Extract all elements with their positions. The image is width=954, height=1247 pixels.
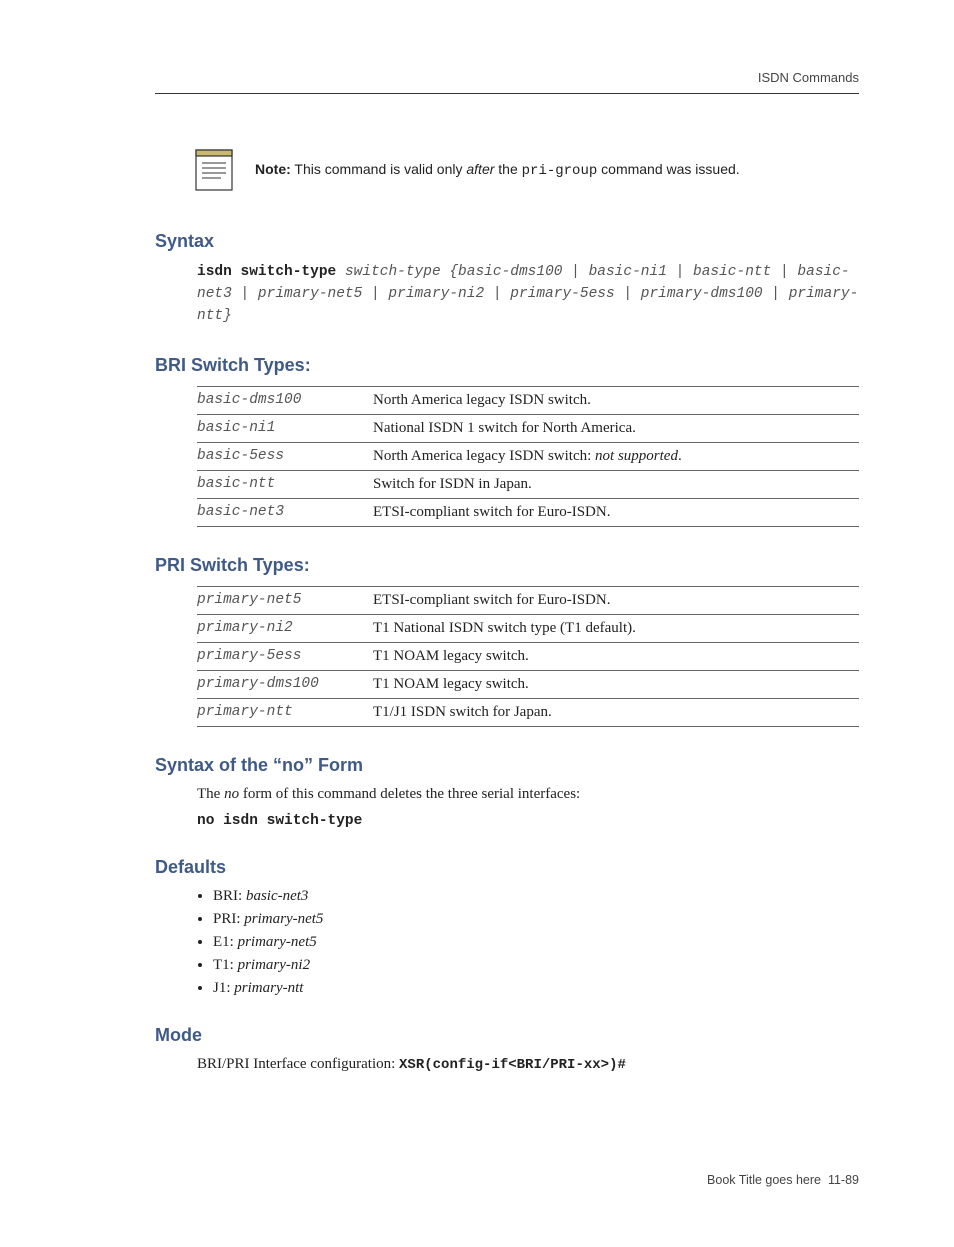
table-row: basic-dms100 North America legacy ISDN s…	[197, 387, 859, 415]
table-row: primary-dms100 T1 NOAM legacy switch.	[197, 671, 859, 699]
param-desc: North America legacy ISDN switch: not su…	[373, 443, 859, 471]
param-code: primary-ntt	[197, 699, 373, 727]
syntax-block: isdn switch-type switch-type {basic-dms1…	[197, 262, 859, 327]
param-desc: T1 NOAM legacy switch.	[373, 643, 859, 671]
noform-text: The no form of this command deletes the …	[197, 786, 859, 803]
page-footer: Book Title goes here 11-89	[155, 1173, 859, 1187]
param-desc: Switch for ISDN in Japan.	[373, 471, 859, 499]
note-label: Note:	[255, 161, 291, 177]
page-header: ISDN Commands	[155, 70, 859, 94]
note-post: command was issued.	[597, 161, 739, 177]
table-row: basic-5ess North America legacy ISDN swi…	[197, 443, 859, 471]
table-row: basic-ni1 National ISDN 1 switch for Nor…	[197, 415, 859, 443]
mode-heading: Mode	[155, 1025, 859, 1046]
pri-heading: PRI Switch Types:	[155, 555, 859, 576]
table-row: primary-ntt T1/J1 ISDN switch for Japan.	[197, 699, 859, 727]
list-item: J1: primary-ntt	[213, 980, 859, 997]
table-row: primary-ni2 T1 National ISDN switch type…	[197, 615, 859, 643]
param-desc: T1 National ISDN switch type (T1 default…	[373, 615, 859, 643]
param-desc: National ISDN 1 switch for North America…	[373, 415, 859, 443]
note-mono: pri-group	[522, 163, 598, 179]
note-pre: This command is valid only	[291, 161, 467, 177]
footer-page: 11-89	[828, 1173, 859, 1187]
param-desc: ETSI-compliant switch for Euro-ISDN.	[373, 587, 859, 615]
param-desc: ETSI-compliant switch for Euro-ISDN.	[373, 499, 859, 527]
note-text: Note: This command is valid only after t…	[255, 161, 740, 179]
syntax-cmd: isdn switch-type	[197, 264, 345, 280]
footer-title: Book Title goes here	[707, 1173, 821, 1187]
param-code: basic-ni1	[197, 415, 373, 443]
list-item: T1: primary-ni2	[213, 957, 859, 974]
table-row: basic-net3 ETSI-compliant switch for Eur…	[197, 499, 859, 527]
list-item: PRI: primary-net5	[213, 911, 859, 928]
mode-text: BRI/PRI Interface configuration: XSR(con…	[197, 1056, 859, 1073]
list-item: BRI: basic-net3	[213, 888, 859, 905]
note-ital: after	[466, 161, 494, 177]
defaults-heading: Defaults	[155, 857, 859, 878]
table-row: basic-ntt Switch for ISDN in Japan.	[197, 471, 859, 499]
syntax-heading: Syntax	[155, 231, 859, 252]
param-desc: T1/J1 ISDN switch for Japan.	[373, 699, 859, 727]
note-block: Note: This command is valid only after t…	[195, 149, 859, 191]
noform-command: no isdn switch-type	[197, 813, 859, 829]
defaults-list: BRI: basic-net3 PRI: primary-net5 E1: pr…	[213, 888, 859, 997]
param-code: basic-5ess	[197, 443, 373, 471]
page: ISDN Commands Note: This command is vali…	[0, 0, 954, 1247]
table-row: primary-5ess T1 NOAM legacy switch.	[197, 643, 859, 671]
list-item: E1: primary-net5	[213, 934, 859, 951]
note-mid: the	[494, 161, 521, 177]
param-code: primary-ni2	[197, 615, 373, 643]
header-category: ISDN Commands	[758, 70, 859, 85]
note-icon	[195, 149, 233, 191]
bri-heading: BRI Switch Types:	[155, 355, 859, 376]
param-code: primary-5ess	[197, 643, 373, 671]
bri-table: basic-dms100 North America legacy ISDN s…	[197, 386, 859, 527]
param-code: primary-net5	[197, 587, 373, 615]
param-code: primary-dms100	[197, 671, 373, 699]
param-desc: North America legacy ISDN switch.	[373, 387, 859, 415]
noform-heading: Syntax of the “no” Form	[155, 755, 859, 776]
table-row: primary-net5 ETSI-compliant switch for E…	[197, 587, 859, 615]
param-code: basic-dms100	[197, 387, 373, 415]
param-code: basic-net3	[197, 499, 373, 527]
param-code: basic-ntt	[197, 471, 373, 499]
pri-table: primary-net5 ETSI-compliant switch for E…	[197, 586, 859, 727]
param-desc: T1 NOAM legacy switch.	[373, 671, 859, 699]
